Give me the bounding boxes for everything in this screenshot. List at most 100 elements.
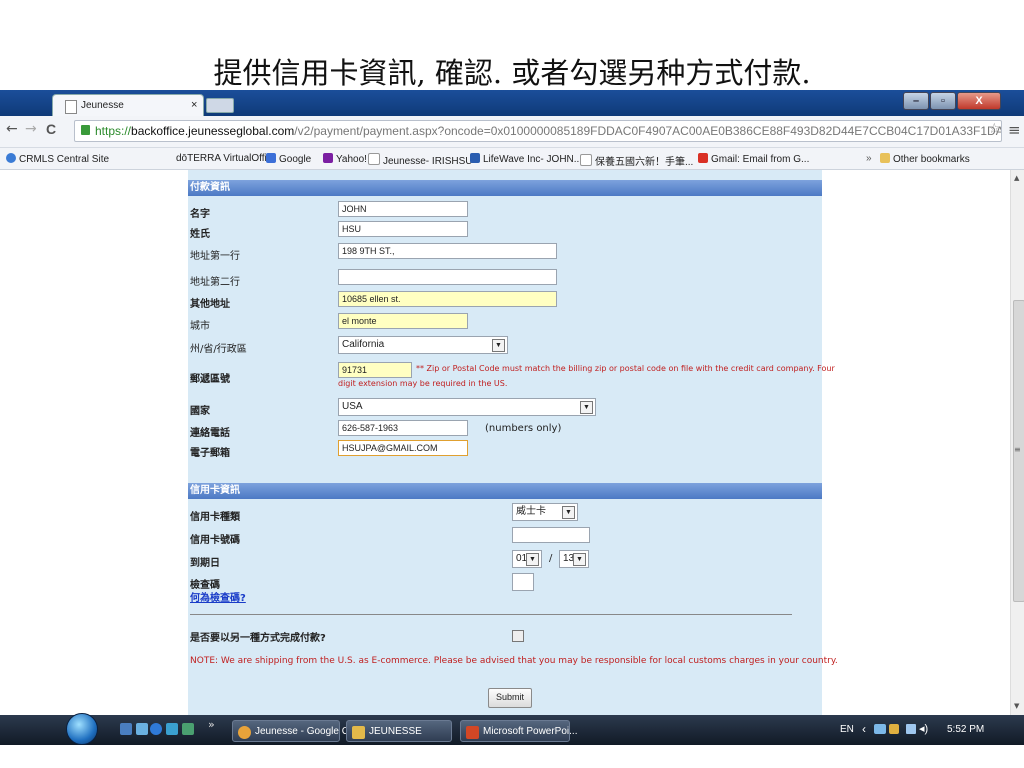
address1-input[interactable]: 198 9TH ST., bbox=[338, 243, 557, 259]
scroll-down-icon[interactable]: ▼ bbox=[1014, 702, 1019, 710]
maximize-button[interactable]: ▫ bbox=[930, 92, 956, 110]
folder-icon bbox=[352, 726, 365, 739]
taskbar-powerpoint[interactable]: Microsoft PowerPoi... bbox=[460, 720, 577, 742]
taskbar-folder[interactable]: JEUNESSE bbox=[346, 720, 452, 742]
other-address-input[interactable]: 10685 ellen st. bbox=[338, 291, 557, 307]
bookmark-lifewave[interactable]: LifeWave Inc- JOHN... bbox=[470, 153, 582, 165]
browser-tab[interactable]: Jeunesse × bbox=[52, 94, 204, 116]
cvv-input[interactable] bbox=[512, 573, 534, 591]
submit-button[interactable]: Submit bbox=[488, 688, 532, 708]
email-input[interactable]: HSUJPA@GMAIL.COM bbox=[338, 440, 468, 456]
page-icon bbox=[65, 100, 77, 114]
folder-icon bbox=[880, 153, 890, 163]
tray-expand-icon[interactable]: ‹ bbox=[862, 722, 866, 736]
address2-input[interactable] bbox=[338, 269, 557, 285]
last-name-label: 姓氏 bbox=[190, 229, 210, 240]
other-address-label: 其他地址 bbox=[190, 299, 230, 310]
quicklaunch-icon[interactable] bbox=[182, 723, 194, 735]
browser-menu-icon[interactable]: ≡ bbox=[1008, 121, 1021, 139]
state-select[interactable]: California ▼ bbox=[338, 336, 508, 354]
card-number-input[interactable] bbox=[512, 527, 590, 543]
chevron-down-icon: ▼ bbox=[526, 553, 539, 566]
bookmark-gmail[interactable]: Gmail: Email from G... bbox=[698, 153, 809, 165]
reload-icon[interactable]: C bbox=[46, 121, 56, 137]
powerpoint-icon bbox=[466, 726, 479, 739]
bookmark-doterra[interactable]: dōTERRA VirtualOffi... bbox=[176, 153, 275, 164]
address-bar[interactable]: https://backoffice.jeunesseglobal.com/v2… bbox=[74, 120, 1002, 142]
payment-section-header: 付款資訊 bbox=[188, 180, 822, 196]
switch-windows-icon[interactable] bbox=[136, 723, 148, 735]
other-bookmarks[interactable]: Other bookmarks bbox=[880, 153, 970, 165]
forward-arrow-icon[interactable]: → bbox=[25, 121, 37, 137]
card-type-select[interactable]: 威士卡 ▼ bbox=[512, 503, 578, 521]
bookmark-google[interactable]: Google bbox=[266, 153, 311, 165]
system-tray: EN ‹ ◂) 5:52 PM bbox=[822, 715, 1024, 745]
language-indicator[interactable]: EN bbox=[840, 724, 854, 735]
expiry-month-select[interactable]: 01 ▼ bbox=[512, 550, 542, 568]
task-label: Microsoft PowerPoi... bbox=[483, 726, 578, 737]
city-input[interactable]: el monte bbox=[338, 313, 468, 329]
tab-title: Jeunesse bbox=[81, 100, 124, 111]
url-path: /v2/payment/payment.aspx?oncode=0x010000… bbox=[294, 124, 1002, 138]
network-icon[interactable] bbox=[874, 724, 886, 734]
last-name-input[interactable]: HSU bbox=[338, 221, 468, 237]
volume-icon[interactable]: ◂) bbox=[919, 722, 928, 735]
other-bookmarks-label: Other bookmarks bbox=[893, 154, 970, 165]
tab-close-icon[interactable]: × bbox=[191, 99, 197, 111]
lifewave-icon bbox=[470, 153, 480, 163]
taskbar-chrome[interactable]: Jeunesse - Google C... bbox=[232, 720, 357, 742]
zip-note-line2: digit extension may be required in the U… bbox=[338, 379, 508, 388]
internet-explorer-icon[interactable] bbox=[150, 723, 162, 735]
bookmark-label: 保養五國六新！手筆... bbox=[595, 157, 694, 168]
bookmarks-overflow-icon[interactable]: » bbox=[866, 153, 872, 164]
start-button[interactable] bbox=[66, 713, 98, 745]
quicklaunch-overflow-icon[interactable]: » bbox=[208, 718, 215, 731]
page-scrollbar[interactable]: ▲ ≡ ▼ bbox=[1010, 170, 1024, 715]
close-window-button[interactable]: X bbox=[957, 92, 1001, 110]
tray-app-icon[interactable] bbox=[889, 724, 899, 734]
bookmark-label: dōTERRA VirtualOffi... bbox=[176, 153, 276, 164]
email-label: 電子郵箱 bbox=[190, 448, 230, 459]
card-section-header: 信用卡資訊 bbox=[188, 483, 822, 499]
zip-input[interactable]: 91731 bbox=[338, 362, 412, 378]
yahoo-icon bbox=[323, 153, 333, 163]
expiry-separator: / bbox=[549, 553, 553, 564]
page-icon bbox=[368, 153, 380, 165]
chevron-down-icon: ▼ bbox=[492, 339, 505, 352]
address2-label: 地址第二行 bbox=[190, 277, 240, 288]
phone-hint: (numbers only) bbox=[485, 423, 562, 434]
what-is-cvv-link[interactable]: 何為檢查碼? bbox=[190, 589, 246, 604]
quicklaunch-icon[interactable] bbox=[166, 723, 178, 735]
country-value: USA bbox=[342, 401, 363, 412]
back-arrow-icon[interactable]: ← bbox=[6, 121, 18, 137]
task-label: Jeunesse - Google C... bbox=[255, 726, 358, 737]
first-name-input[interactable]: JOHN bbox=[338, 201, 468, 217]
scroll-up-icon[interactable]: ▲ bbox=[1014, 174, 1019, 182]
minimize-button[interactable]: – bbox=[903, 92, 929, 110]
card-type-value: 威士卡 bbox=[516, 506, 546, 517]
slide-title: 提供信用卡資訊, 確認. 或者勾選另种方式付款. bbox=[213, 56, 811, 90]
bookmark-star-icon[interactable]: ☆ bbox=[988, 121, 1001, 137]
bookmark-label: Yahoo! bbox=[336, 154, 367, 165]
phone-input[interactable]: 626-587-1963 bbox=[338, 420, 468, 436]
google-icon bbox=[266, 153, 276, 163]
chrome-icon bbox=[238, 726, 251, 739]
display-icon[interactable] bbox=[906, 724, 916, 734]
state-label: 州/省/行政區 bbox=[190, 344, 247, 355]
clock[interactable]: 5:52 PM bbox=[947, 724, 984, 735]
alt-payment-checkbox[interactable] bbox=[512, 630, 524, 642]
country-select[interactable]: USA ▼ bbox=[338, 398, 596, 416]
url-scheme: https:// bbox=[95, 124, 132, 138]
bookmark-crmls[interactable]: CRMLS Central Site bbox=[6, 153, 109, 165]
expiry-year-select[interactable]: 13 ▼ bbox=[559, 550, 589, 568]
new-tab-button[interactable] bbox=[206, 98, 234, 113]
show-desktop-icon[interactable] bbox=[120, 723, 132, 735]
city-label: 城市 bbox=[190, 321, 210, 332]
phone-label: 連絡電話 bbox=[190, 428, 230, 439]
first-name-label: 名字 bbox=[190, 209, 210, 220]
bookmark-jeunesse[interactable]: Jeunesse- IRISHSU bbox=[368, 153, 472, 167]
bookmark-yahoo[interactable]: Yahoo! bbox=[323, 153, 367, 165]
bookmark-blog[interactable]: 保養五國六新！手筆... bbox=[580, 153, 693, 168]
alt-payment-label: 是否要以另一種方式完成付款? bbox=[190, 633, 326, 644]
expiry-label: 到期日 bbox=[190, 558, 220, 569]
